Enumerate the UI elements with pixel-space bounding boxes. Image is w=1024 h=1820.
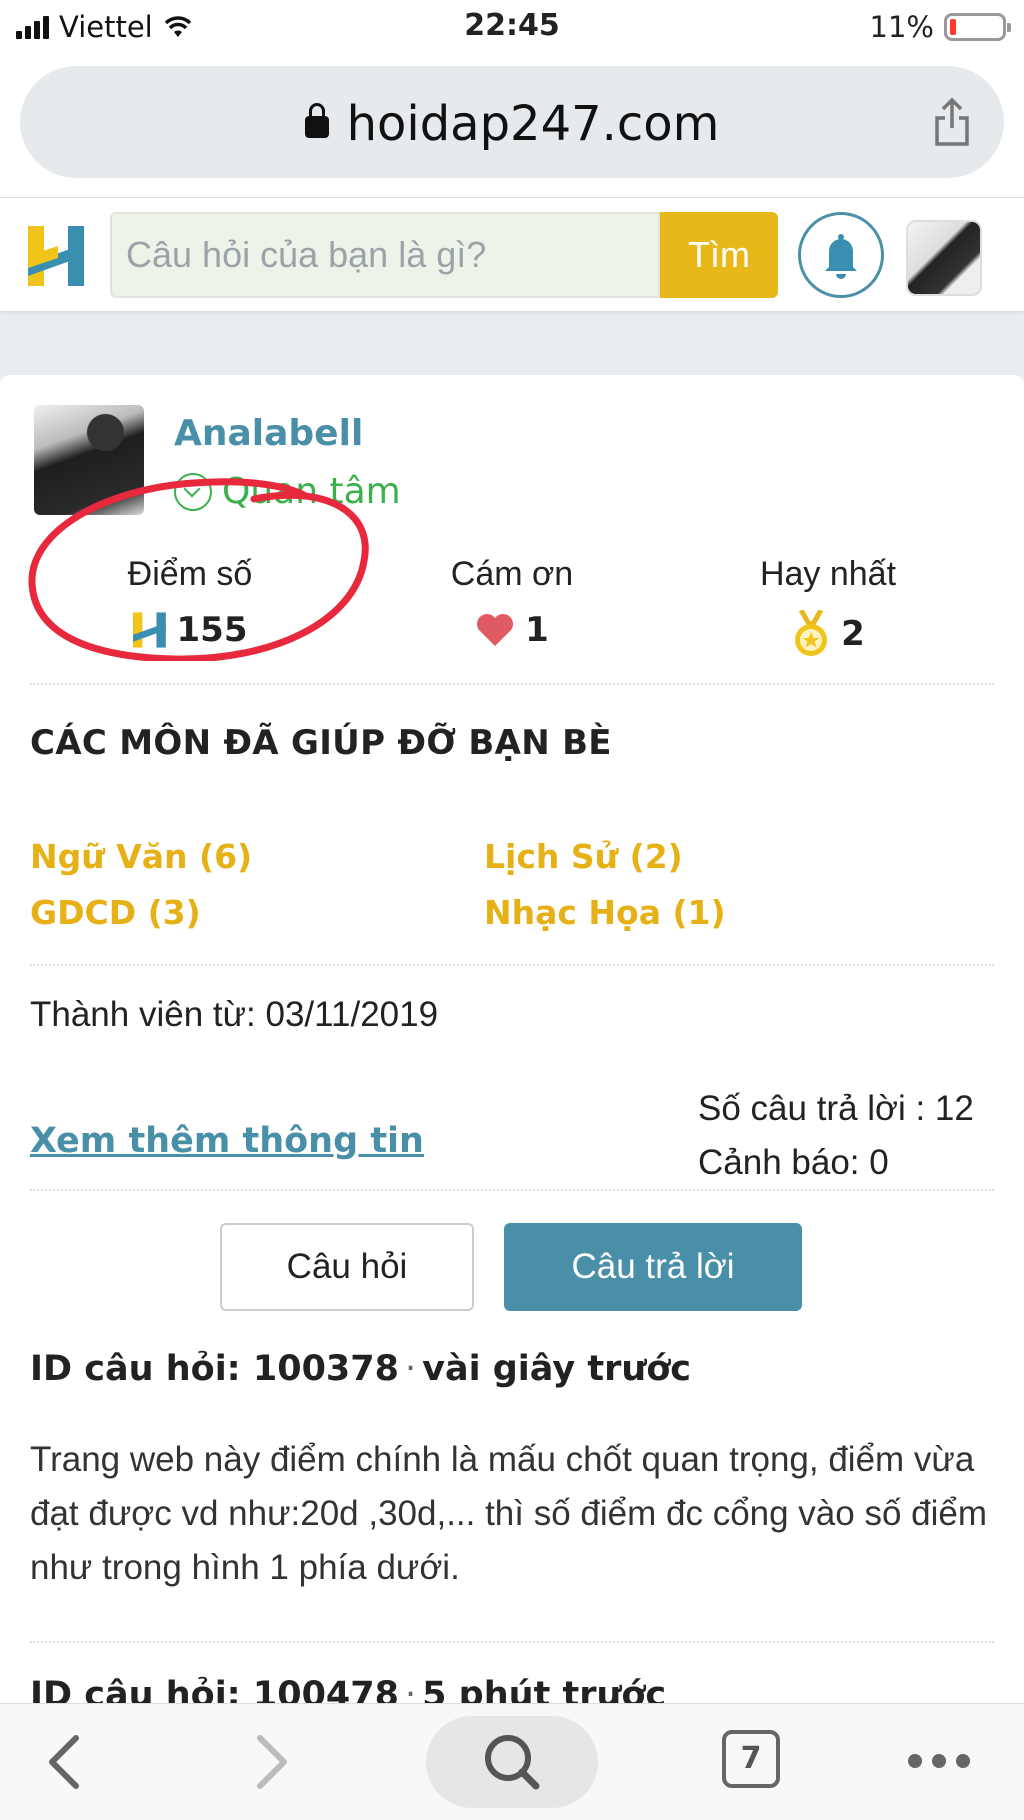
divider bbox=[30, 1641, 994, 1643]
answers-count: Số câu trả lời : 12 bbox=[698, 1089, 974, 1128]
user-avatar[interactable] bbox=[906, 220, 982, 296]
follow-button[interactable]: Quan tâm bbox=[174, 471, 401, 512]
search-input[interactable] bbox=[110, 212, 660, 298]
lock-icon bbox=[304, 103, 329, 138]
forward-icon[interactable] bbox=[252, 1732, 292, 1792]
warnings-count: Cảnh báo: 0 bbox=[698, 1143, 889, 1182]
site-header: Tìm bbox=[0, 198, 1024, 311]
stat-label: Hay nhất bbox=[759, 555, 897, 593]
profile-card: Analabell Quan tâm Điểm số 155 Cám ơn 1 … bbox=[0, 375, 1024, 1715]
subject-link[interactable]: Nhạc Họa (1) bbox=[484, 893, 726, 932]
stat-value: 2 bbox=[678, 610, 978, 658]
profile-avatar bbox=[34, 405, 144, 515]
subjects-title: CÁC MÔN ĐÃ GIÚP ĐỠ BẠN BÈ bbox=[30, 723, 612, 763]
h-logo-icon bbox=[132, 612, 166, 648]
battery-info: 11% bbox=[869, 10, 1011, 44]
stat-value: 1 bbox=[362, 610, 662, 650]
browser-toolbar: 7 bbox=[0, 1703, 1024, 1820]
question-time: vài giây trước bbox=[422, 1349, 692, 1389]
question-id: ID câu hỏi: 100378 bbox=[30, 1349, 399, 1389]
subject-link[interactable]: Lịch Sử (2) bbox=[484, 837, 683, 876]
stat-thanks: Cám ơn 1 bbox=[362, 555, 662, 650]
share-icon[interactable] bbox=[932, 96, 972, 148]
tab-questions[interactable]: Câu hỏi bbox=[220, 1223, 474, 1311]
member-since: Thành viên từ: 03/11/2019 bbox=[30, 995, 439, 1034]
bell-icon bbox=[825, 234, 857, 279]
url-text: hoidap247.com bbox=[346, 96, 720, 152]
notification-button[interactable] bbox=[798, 212, 884, 298]
status-bar: Viettel 22:45 11% bbox=[0, 0, 1024, 56]
browser-url-area: hoidap247.com bbox=[0, 56, 1024, 198]
question-meta[interactable]: ID câu hỏi: 100378 · vài giây trước bbox=[30, 1349, 691, 1389]
stat-points: Điểm số 155 bbox=[40, 555, 340, 650]
profile-username[interactable]: Analabell bbox=[174, 413, 363, 454]
stat-value: 155 bbox=[40, 610, 340, 650]
subject-link[interactable]: GDCD (3) bbox=[30, 893, 201, 932]
divider bbox=[30, 1189, 994, 1191]
divider bbox=[30, 964, 994, 966]
address-bar[interactable]: hoidap247.com bbox=[20, 66, 1004, 178]
stat-best: Hay nhất 2 bbox=[678, 555, 978, 658]
best-value: 2 bbox=[841, 614, 865, 654]
divider bbox=[30, 683, 994, 685]
thanks-value: 1 bbox=[525, 610, 549, 650]
heart-icon bbox=[477, 614, 514, 646]
follow-label: Quan tâm bbox=[222, 471, 401, 512]
battery-percent: 11% bbox=[869, 10, 934, 44]
search-icon bbox=[485, 1735, 540, 1790]
question-text[interactable]: Trang web này điểm chính là mấu chốt qua… bbox=[30, 1433, 990, 1595]
url-display[interactable]: hoidap247.com bbox=[20, 96, 1004, 152]
subject-link[interactable]: Ngữ Văn (6) bbox=[30, 837, 252, 876]
stat-label: Cám ơn bbox=[450, 555, 574, 593]
back-icon[interactable] bbox=[44, 1732, 84, 1792]
medal-icon bbox=[795, 610, 828, 656]
stat-label: Điểm số bbox=[127, 555, 253, 593]
toolbar-search-button[interactable] bbox=[426, 1716, 598, 1808]
more-icon[interactable] bbox=[908, 1754, 970, 1768]
battery-icon bbox=[944, 13, 1011, 41]
search-button[interactable]: Tìm bbox=[660, 212, 778, 298]
site-logo[interactable] bbox=[28, 226, 86, 286]
follow-icon bbox=[174, 472, 212, 511]
separator-dot: · bbox=[405, 1349, 417, 1389]
tabs-button[interactable]: 7 bbox=[722, 1730, 780, 1788]
points-value: 155 bbox=[176, 610, 248, 650]
tab-answers[interactable]: Câu trả lời bbox=[504, 1223, 802, 1311]
more-info-link[interactable]: Xem thêm thông tin bbox=[30, 1121, 424, 1161]
